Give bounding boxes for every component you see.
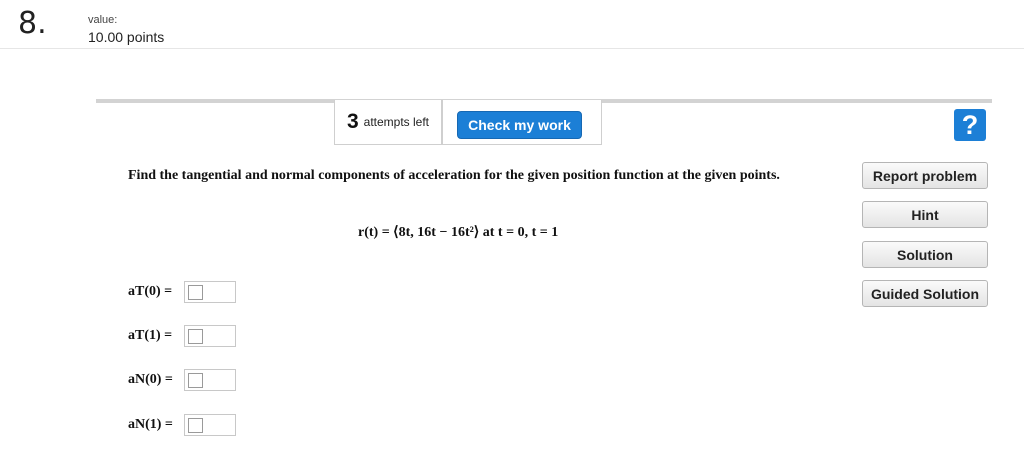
answer-input[interactable] <box>184 281 236 303</box>
attempts-box: 3 attempts left <box>334 100 442 145</box>
points-value: 10.00 points <box>88 29 165 45</box>
answer-input[interactable] <box>184 414 236 436</box>
report-problem-button[interactable]: Report problem <box>862 162 988 189</box>
answer-label: aT(1) = <box>128 328 173 343</box>
question-text: Find the tangential and normal component… <box>128 168 780 183</box>
answer-input[interactable] <box>184 325 236 347</box>
answer-input[interactable] <box>184 369 236 391</box>
question-number: 8. <box>18 6 47 41</box>
answer-row: aT(0) = <box>128 281 236 303</box>
answer-label: aN(0) = <box>128 372 173 387</box>
answer-label: aN(1) = <box>128 417 173 432</box>
answer-row: aT(1) = <box>128 325 236 347</box>
header-divider <box>0 48 1024 49</box>
answer-row: aN(1) = <box>128 414 236 436</box>
attempts-text: attempts left <box>363 115 430 129</box>
help-icon[interactable]: ? <box>954 109 986 141</box>
attempts-count: 3 <box>346 110 359 133</box>
solution-button[interactable]: Solution <box>862 241 988 268</box>
hint-button[interactable]: Hint <box>862 201 988 228</box>
position-function: r(t) = ⟨8t, 16t − 16t²⟩ at t = 0, t = 1 <box>358 225 559 240</box>
value-label: value: <box>88 14 118 26</box>
answer-row: aN(0) = <box>128 369 236 391</box>
guided-solution-button[interactable]: Guided Solution <box>862 280 988 307</box>
check-my-work-button[interactable]: Check my work <box>457 111 582 139</box>
answer-label: aT(0) = <box>128 284 173 299</box>
